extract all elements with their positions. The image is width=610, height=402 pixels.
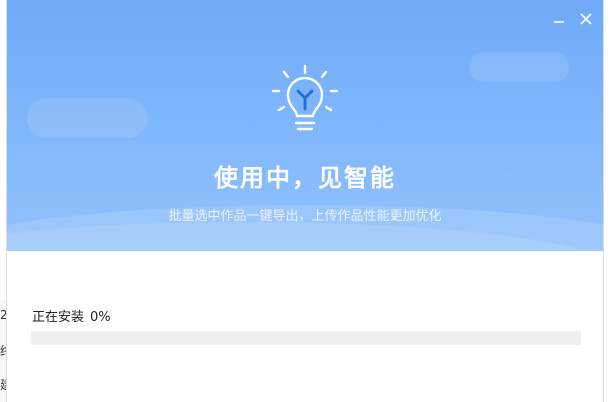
close-icon bbox=[580, 13, 592, 25]
install-status-label: 正在安装 bbox=[32, 310, 85, 325]
install-status: 正在安装 0% bbox=[32, 306, 111, 325]
minimize-icon bbox=[554, 21, 564, 23]
cloud-decoration bbox=[469, 52, 569, 82]
lightbulb-icon bbox=[271, 64, 339, 131]
close-button[interactable] bbox=[575, 8, 597, 30]
header-banner: 使用中，见智能 批量选中作品一键导出，上传作品性能更加优化 bbox=[7, 0, 603, 251]
install-percent: 0% bbox=[90, 310, 111, 325]
install-progress-bar bbox=[31, 331, 581, 345]
banner-title: 使用中，见智能 bbox=[214, 164, 396, 192]
cloud-decoration bbox=[27, 98, 147, 138]
installer-window: 使用中，见智能 批量选中作品一键导出，上传作品性能更加优化 正在安装 0% bbox=[7, 0, 603, 402]
minimize-button[interactable] bbox=[548, 8, 570, 30]
banner-subtitle: 批量选中作品一键导出，上传作品性能更加优化 bbox=[168, 209, 442, 224]
